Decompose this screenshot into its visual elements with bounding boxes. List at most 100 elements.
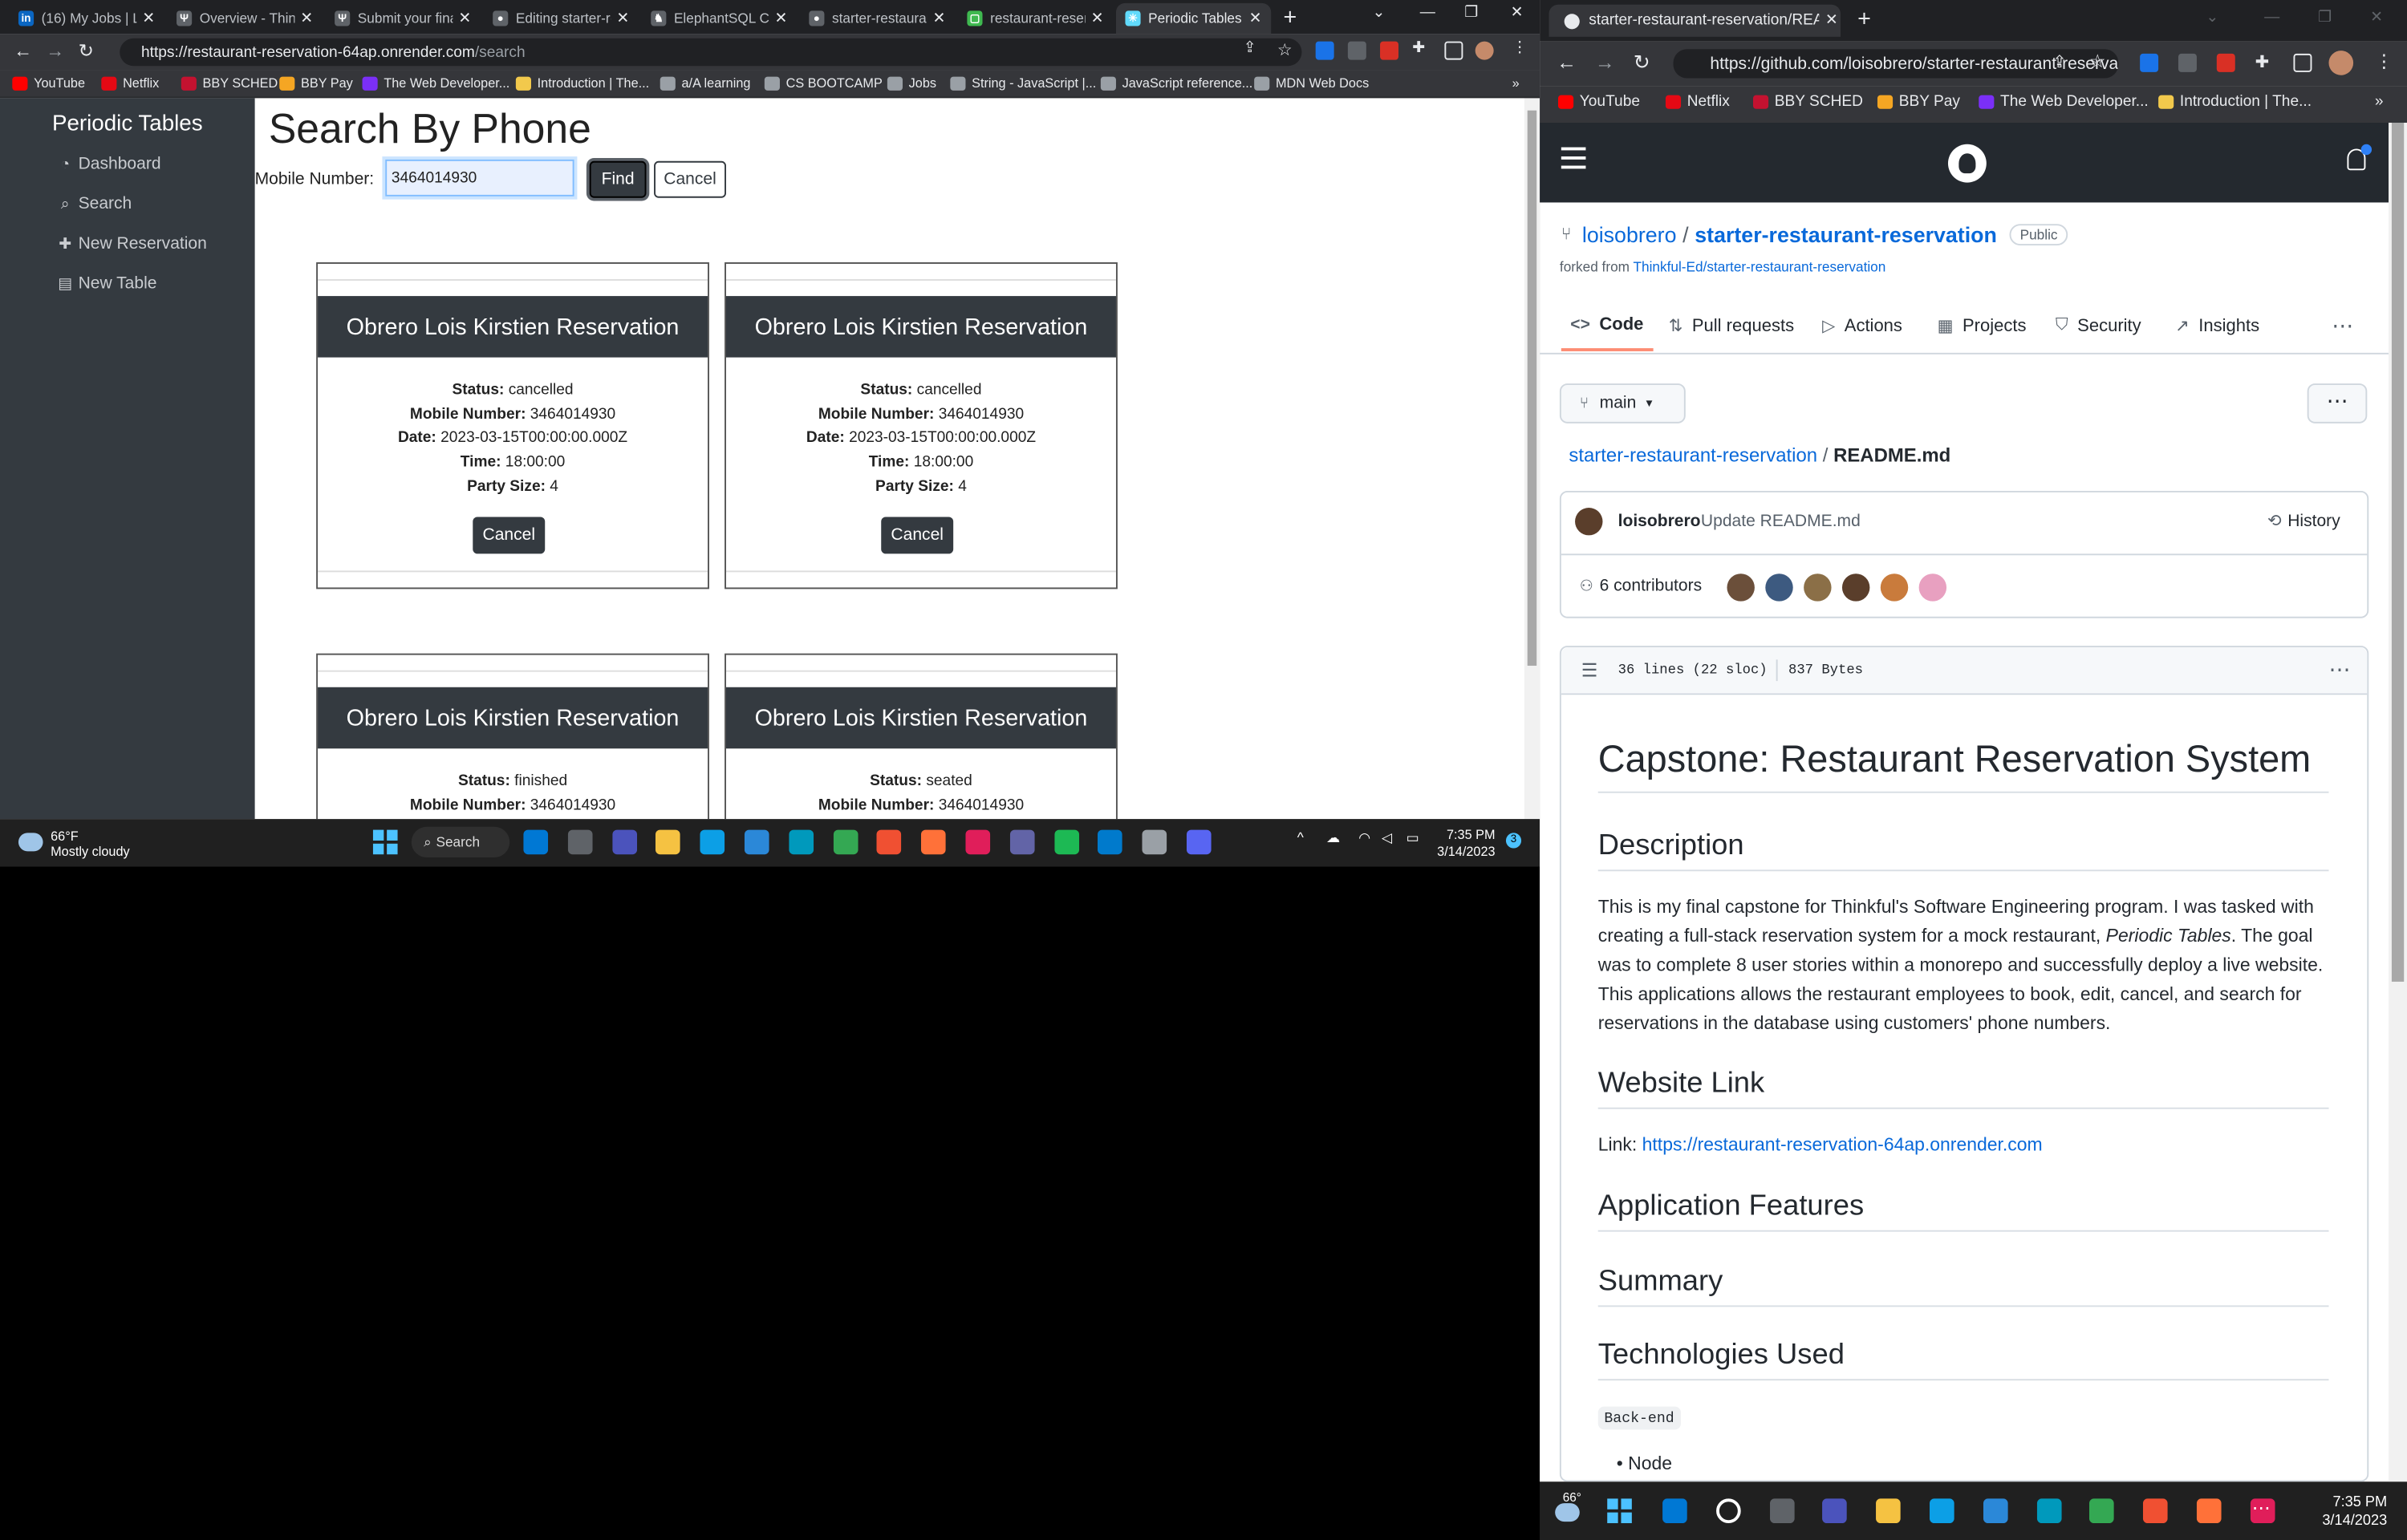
close-window-icon[interactable]: ✕ [2370, 9, 2383, 26]
scrollbar-thumb[interactable] [2391, 122, 2405, 982]
browser-tab[interactable]: Ψ Submit your final ✕ [326, 3, 481, 34]
taskbar-app-icon[interactable] [2089, 1498, 2115, 1524]
windows-start-icon[interactable] [1607, 1498, 1632, 1524]
taskbar-app-icon[interactable] [1715, 1498, 1741, 1524]
taskbar-clock[interactable]: 7:35 PM 3/14/2023 [2301, 1494, 2387, 1531]
onedrive-icon[interactable]: ☁ [1326, 830, 1340, 847]
taskbar-app-icon[interactable] [1142, 829, 1167, 855]
branch-selector[interactable]: ⑂ main ▼ [1559, 383, 1686, 424]
bookmark-item[interactable]: CS BOOTCAMP [764, 75, 883, 91]
tab-code[interactable]: <> Code [1561, 316, 1653, 351]
close-tab-icon[interactable]: ✕ [142, 10, 155, 26]
cancel-search-button[interactable]: Cancel [654, 160, 726, 198]
menu-icon[interactable]: ⋮ [2375, 51, 2393, 72]
taskbar-search[interactable]: ⌕ Search [411, 826, 510, 858]
contributor-avatar[interactable] [1727, 573, 1755, 602]
forward-icon[interactable]: → [1595, 51, 1615, 74]
commit-message[interactable]: Update README.md [1701, 513, 1861, 531]
taskbar-app-icon[interactable] [833, 829, 858, 855]
scrollbar-thumb[interactable] [1527, 110, 1537, 666]
sidebar-item-new-table[interactable]: ▤ New Table [57, 274, 156, 293]
taskbar-app-icon[interactable] [1983, 1498, 2008, 1524]
forward-icon[interactable]: → [46, 40, 64, 62]
close-tab-icon[interactable]: ✕ [933, 10, 946, 26]
forked-from-link[interactable]: Thinkful-Ed/starter-restaurant-reservati… [1633, 259, 1885, 274]
bookmark-item[interactable]: Jobs [887, 75, 936, 91]
browser-tab[interactable]: ♞ ElephantSQL Con ✕ [642, 3, 797, 34]
volume-icon[interactable]: ◁ [1382, 830, 1392, 847]
close-window-icon[interactable]: ✕ [1511, 5, 1524, 22]
taskbar-app-icon[interactable] [2196, 1498, 2222, 1524]
avatar[interactable] [1575, 508, 1603, 536]
menu-icon[interactable]: ⋮ [1512, 40, 1528, 57]
bookmark-item[interactable]: BBY Pay [279, 75, 353, 91]
close-tab-icon[interactable]: ✕ [1249, 10, 1262, 26]
browser-tab[interactable]: ● starter-restaurant ✕ [800, 3, 955, 34]
taskbar-app-icon[interactable] [611, 829, 637, 855]
taskbar-app-icon[interactable] [1822, 1498, 1848, 1524]
taskbar-app-icon[interactable] [656, 829, 681, 855]
extension-icon[interactable] [1347, 41, 1366, 60]
taskbar-app-icon[interactable] [1662, 1498, 1687, 1524]
taskbar-app-icon[interactable] [700, 829, 725, 855]
reload-icon[interactable]: ↻ [1634, 51, 1650, 75]
close-tab-icon[interactable]: ✕ [774, 10, 787, 26]
taskbar-app-icon[interactable] [965, 829, 991, 855]
profile-avatar[interactable] [1475, 41, 1494, 60]
taskbar-app-icon[interactable] [1053, 829, 1079, 855]
commit-author[interactable]: loisobrero [1618, 513, 1701, 531]
puzzle-icon[interactable]: ✚ [2255, 52, 2270, 72]
bookmark-item[interactable]: JavaScript reference... [1100, 75, 1252, 91]
page-scrollbar[interactable] [1524, 98, 1540, 820]
bookmark-item[interactable]: String - JavaScript |... [950, 75, 1096, 91]
browser-tab[interactable]: in (16) My Jobs | LinkedIn ✕ [9, 3, 164, 34]
bookmark-item[interactable]: Netflix [101, 75, 159, 91]
tab-projects[interactable]: ▦ Projects [1938, 316, 2027, 336]
tab-actions[interactable]: ▷ Actions [1822, 316, 1902, 336]
overflow-icon[interactable]: ⋯ [2252, 1497, 2271, 1519]
bookmark-item[interactable]: BBY Pay [1877, 94, 1960, 111]
new-tab-button[interactable]: + [1284, 5, 1297, 31]
brand[interactable]: Periodic Tables [0, 112, 255, 137]
back-icon[interactable]: ← [1557, 51, 1577, 74]
bookmark-item[interactable]: a/A learning [660, 75, 750, 91]
repo-owner-link[interactable]: loisobrero [1582, 222, 1677, 247]
close-tab-icon[interactable]: ✕ [458, 10, 471, 26]
tab-security[interactable]: ⛉ Security [2056, 316, 2141, 336]
extension-icon[interactable] [2178, 53, 2197, 72]
sidebar-item-dashboard[interactable]: ◔ Dashboard [57, 155, 161, 173]
wifi-icon[interactable]: ◠ [1358, 830, 1370, 847]
page-scrollbar[interactable] [2389, 122, 2407, 1482]
more-options-icon[interactable]: ⋯ [2328, 657, 2350, 683]
battery-icon[interactable]: ▭ [1406, 830, 1419, 847]
sidebar-item-search[interactable]: ⌕ Search [57, 195, 132, 213]
bookmark-item[interactable]: YouTube [1557, 94, 1640, 111]
bookmark-item[interactable]: BBY SCHED [181, 75, 278, 91]
sidebar-item-new-reservation[interactable]: ✚ New Reservation [57, 235, 207, 253]
close-tab-icon[interactable]: ✕ [1091, 10, 1104, 26]
share-icon[interactable]: ⇪ [1244, 40, 1256, 57]
tab-search-icon[interactable]: ⌄ [2206, 9, 2218, 26]
bookmark-item[interactable]: YouTube [12, 75, 85, 91]
taskbar-app-icon[interactable] [1186, 829, 1212, 855]
find-button[interactable]: Find [589, 160, 647, 198]
extension-icon[interactable] [1315, 41, 1334, 60]
chevron-up-icon[interactable]: ^ [1297, 830, 1304, 845]
contributor-avatar[interactable] [1918, 573, 1947, 602]
outline-icon[interactable]: ☰ [1581, 659, 1598, 681]
close-tab-icon[interactable]: ✕ [1825, 12, 1838, 29]
browser-tab[interactable]: ● Editing starter-res ✕ [484, 3, 639, 34]
notification-badge[interactable]: 3 [1505, 833, 1522, 849]
more-tabs-icon[interactable]: ⋯ [2332, 313, 2353, 339]
close-tab-icon[interactable]: ✕ [300, 10, 313, 26]
repo-name-link[interactable]: starter-restaurant-reservation [1695, 222, 1997, 247]
file-options-button[interactable]: ⋯ [2307, 383, 2368, 424]
share-icon[interactable]: ⇪ [2052, 52, 2067, 72]
history-link[interactable]: ⟲ History [2267, 511, 2340, 531]
taskbar-app-icon[interactable] [789, 829, 814, 855]
windows-start-icon[interactable] [372, 829, 398, 855]
new-tab-button[interactable]: + [1857, 6, 1871, 33]
contributor-avatar[interactable] [1841, 573, 1870, 602]
tab-search-icon[interactable]: ⌄ [1372, 5, 1385, 22]
taskbar-app-icon[interactable] [523, 829, 549, 855]
